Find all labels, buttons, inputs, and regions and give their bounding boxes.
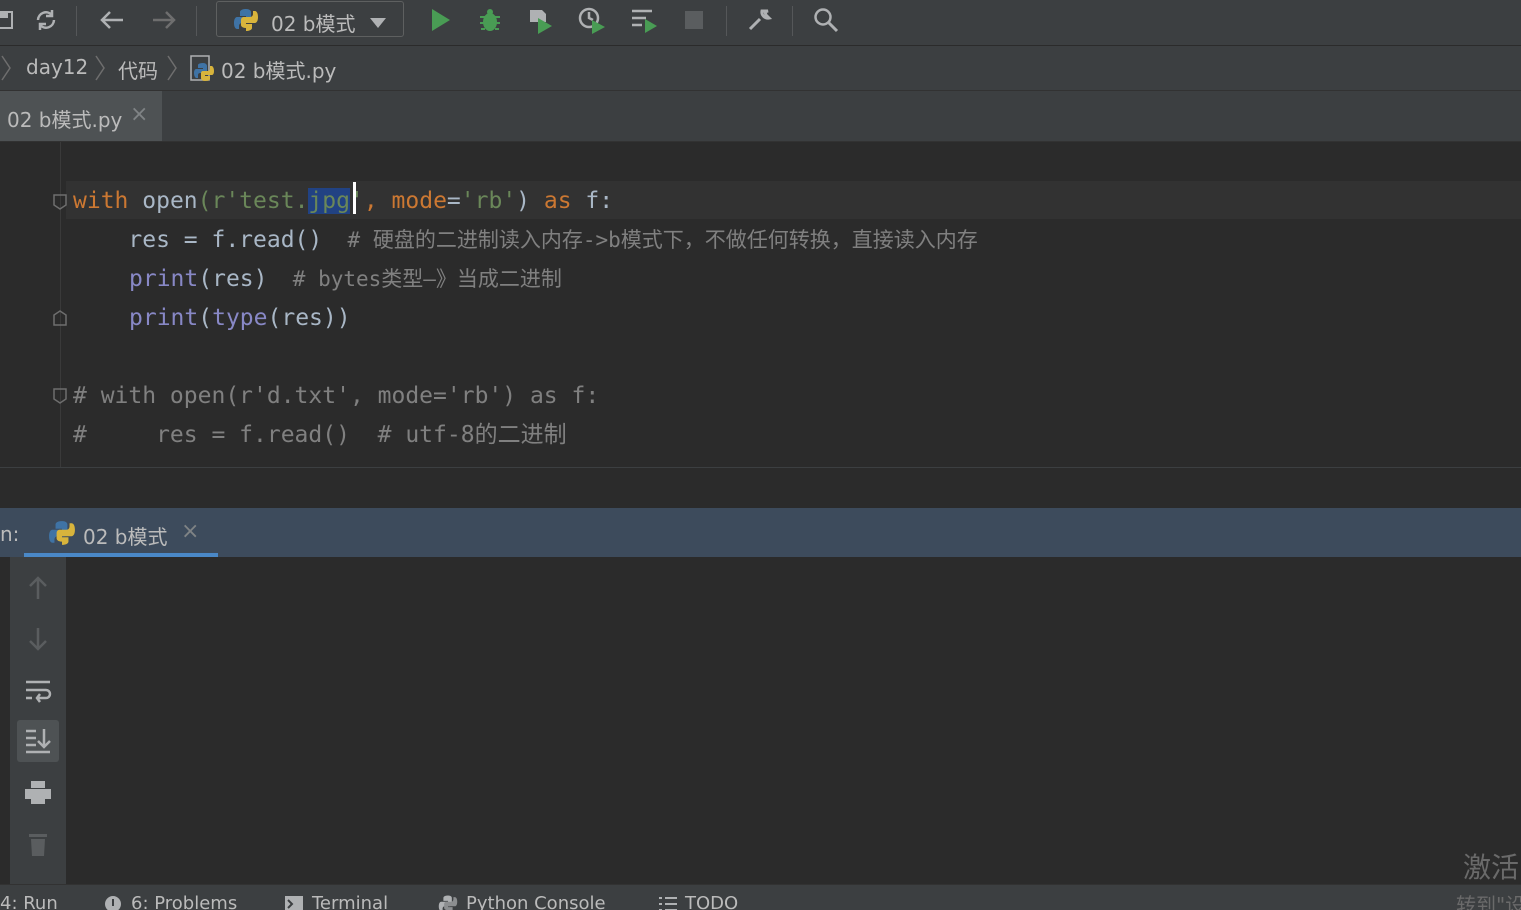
token: ,	[363, 188, 392, 214]
comment: # 硬盘的二进制读入内存->b模式下，不做任何转换，直接读入内存	[322, 228, 978, 252]
editor-tab-bar: 02 b模式.py ×	[0, 91, 1521, 142]
code-line-2: res = f.read() # 硬盘的二进制读入内存->b模式下，不做任何转换…	[73, 225, 978, 255]
soft-wrap-icon[interactable]	[17, 670, 59, 712]
concurrency-icon[interactable]	[628, 4, 660, 36]
print-icon[interactable]	[17, 772, 59, 814]
tool-tab-terminal[interactable]: Terminal	[312, 893, 388, 910]
python-icon	[48, 519, 76, 551]
forward-arrow-icon[interactable]	[148, 4, 180, 36]
token: (	[198, 305, 213, 331]
token: f:	[571, 188, 614, 214]
todo-list-icon	[658, 896, 678, 910]
stop-icon[interactable]	[678, 4, 710, 36]
scroll-to-end-icon[interactable]	[17, 720, 59, 762]
run-tab-label: 02 b模式	[83, 525, 168, 549]
search-icon[interactable]	[810, 4, 842, 36]
code-line-7: # res = f.read() # utf-8的二进制	[73, 422, 567, 448]
token: print	[129, 305, 199, 331]
python-file-icon	[190, 55, 216, 87]
trash-icon[interactable]	[17, 823, 59, 865]
tool-tab-python-console[interactable]: Python Console	[466, 893, 606, 910]
sync-icon[interactable]	[30, 4, 62, 36]
tab-label: 02 b模式.py	[7, 108, 123, 132]
wrench-icon[interactable]	[744, 4, 776, 36]
breadcrumb-item-code[interactable]: 代码	[118, 55, 158, 84]
fold-marker-icon[interactable]	[53, 388, 67, 404]
run-console[interactable]: 激活	[0, 557, 1521, 884]
activation-watermark: 激活	[1462, 851, 1519, 884]
tab-02-b-mode-py[interactable]: 02 b模式.py ×	[0, 91, 162, 141]
fold-marker-icon[interactable]	[53, 310, 67, 326]
token: mode	[391, 188, 447, 214]
run-configuration-label: 02 b模式	[271, 12, 356, 36]
token: )	[516, 188, 544, 214]
main-toolbar: 02 b模式	[0, 0, 1521, 46]
code-line-6: # with open(r'd.txt', mode='rb') as f:	[73, 383, 600, 409]
code-editor[interactable]: with open(r'test.jpg', mode='rb') as f: …	[0, 142, 1521, 467]
token: type	[212, 305, 268, 331]
dropdown-icon	[369, 14, 387, 33]
token: =	[446, 188, 461, 214]
selected-text: jpg	[308, 188, 350, 214]
breadcrumb-item-day12[interactable]: day12	[26, 55, 88, 79]
token: as	[543, 188, 572, 214]
token: (res))	[267, 305, 351, 331]
close-icon[interactable]: ×	[181, 519, 199, 544]
save-icon[interactable]	[0, 4, 20, 36]
run-side-toolbar	[10, 557, 66, 884]
profile-icon[interactable]	[576, 4, 608, 36]
code-line-4: print(type(res))	[129, 303, 351, 333]
token: (r'test.	[197, 188, 309, 214]
token: print	[129, 266, 199, 292]
token: open	[142, 188, 198, 214]
fold-marker-icon[interactable]	[53, 194, 67, 210]
up-arrow-icon[interactable]	[17, 567, 59, 609]
gutter-divider	[60, 142, 61, 467]
run-panel-prefix: n:	[0, 522, 20, 546]
run-icon[interactable]	[424, 4, 456, 36]
breadcrumb: day12 代码 02 b模式.py	[0, 46, 1521, 91]
python-icon	[233, 7, 259, 37]
token: res = f.read()	[73, 227, 323, 253]
text-cursor	[353, 182, 356, 214]
back-arrow-icon[interactable]	[96, 4, 128, 36]
run-tool-window-header: n: 02 b模式 ×	[0, 508, 1521, 557]
token: (res)	[198, 266, 268, 292]
activation-watermark-line2: 转到"设	[1456, 893, 1521, 910]
python-console-icon	[438, 894, 458, 910]
comment: # bytes类型—》当成二进制	[267, 267, 562, 291]
tool-tab-problems[interactable]: 6: Problems	[131, 893, 237, 910]
token: 'rb'	[460, 188, 517, 214]
tool-tab-run[interactable]: 4: Run	[0, 893, 58, 910]
terminal-icon	[284, 895, 304, 910]
code-line-3: print(res) # bytes类型—》当成二进制	[129, 264, 562, 294]
close-icon[interactable]: ×	[130, 102, 148, 127]
tool-window-bar: 4: Run 6: Problems Terminal Python Conso…	[0, 884, 1521, 910]
debug-icon[interactable]	[474, 4, 506, 36]
run-configuration-select[interactable]: 02 b模式	[216, 1, 404, 37]
tool-tab-todo[interactable]: TODO	[685, 893, 738, 910]
chevron-right-icon	[0, 54, 12, 86]
breadcrumb-item-file[interactable]: 02 b模式.py	[221, 55, 336, 84]
token: with	[73, 188, 129, 214]
coverage-icon[interactable]	[524, 4, 556, 36]
down-arrow-icon[interactable]	[17, 618, 59, 660]
chevron-right-icon	[166, 54, 178, 86]
chevron-right-icon	[94, 54, 106, 86]
code-line-1: with open(r'test.jpg', mode='rb') as f:	[73, 186, 613, 216]
problems-icon	[104, 895, 122, 910]
panel-splitter[interactable]	[0, 467, 1521, 509]
